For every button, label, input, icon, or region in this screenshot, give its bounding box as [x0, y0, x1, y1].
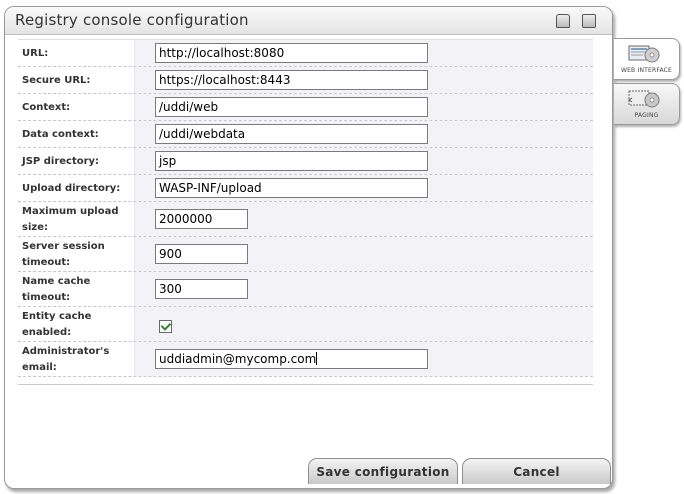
cancel-button[interactable]: Cancel	[462, 458, 611, 484]
title-icons	[556, 14, 596, 28]
context-row: Context: /uddi/web	[18, 94, 593, 121]
max-upload-label: Maximum upload size:	[22, 206, 119, 233]
url-label: URL:	[22, 48, 49, 59]
data-context-input[interactable]: /uddi/webdata	[155, 124, 428, 144]
jsp-directory-label: JSP directory:	[22, 156, 100, 167]
entity-cache-label: Entity cache enabled:	[22, 311, 92, 338]
text-caret	[316, 352, 318, 365]
config-form: URL: http://localhost:8080 Secure URL: h…	[18, 39, 593, 377]
jsp-directory-input[interactable]: jsp	[155, 151, 428, 171]
jsp-directory-row: JSP directory: jsp	[18, 148, 593, 175]
max-upload-input[interactable]: 2000000	[155, 209, 248, 229]
secure-url-row: Secure URL: https://localhost:8443	[18, 67, 593, 94]
data-context-row: Data context: /uddi/webdata	[18, 121, 593, 148]
session-timeout-input[interactable]: 900	[155, 244, 248, 264]
admin-email-label: Administrator's email:	[22, 346, 110, 373]
secure-url-label: Secure URL:	[22, 75, 91, 86]
secure-url-input[interactable]: https://localhost:8443	[155, 70, 428, 90]
url-input[interactable]: http://localhost:8080	[155, 43, 428, 63]
tab-web-interface-label: WEB INTERFACE	[620, 67, 673, 74]
tab-paging[interactable]: PAGING	[614, 83, 680, 125]
name-cache-row: Name cache timeout: 300	[18, 272, 593, 307]
context-input[interactable]: /uddi/web	[155, 97, 428, 117]
admin-email-value: uddiadmin@mycomp.com	[159, 352, 317, 366]
pages-disc-icon	[628, 90, 660, 108]
name-cache-label: Name cache timeout:	[22, 276, 91, 303]
tab-paging-label: PAGING	[634, 112, 659, 119]
name-cache-input[interactable]: 300	[155, 279, 248, 299]
monitor-disc-icon	[628, 45, 660, 63]
exit-door-icon[interactable]	[582, 14, 596, 28]
max-upload-row: Maximum upload size: 2000000	[18, 202, 593, 237]
session-timeout-label: Server session timeout:	[22, 241, 105, 268]
form-footer-divider	[18, 384, 593, 385]
entity-cache-row: Entity cache enabled:	[18, 307, 593, 342]
title-bar: Registry console configuration	[5, 7, 612, 35]
entity-cache-checkbox[interactable]	[159, 319, 172, 333]
save-configuration-button[interactable]: Save configuration	[308, 458, 458, 484]
admin-email-row: Administrator's email: uddiadmin@mycomp.…	[18, 342, 593, 377]
printer-icon[interactable]	[556, 14, 570, 28]
admin-email-input[interactable]: uddiadmin@mycomp.com	[155, 349, 428, 369]
upload-directory-row: Upload directory: WASP-INF/upload	[18, 175, 593, 202]
window-title: Registry console configuration	[15, 11, 249, 29]
upload-directory-label: Upload directory:	[22, 183, 121, 194]
url-row: URL: http://localhost:8080	[18, 40, 593, 67]
tab-web-interface[interactable]: WEB INTERFACE	[614, 38, 680, 80]
context-label: Context:	[22, 102, 71, 113]
data-context-label: Data context:	[22, 129, 99, 140]
upload-directory-input[interactable]: WASP-INF/upload	[155, 178, 428, 198]
session-timeout-row: Server session timeout: 900	[18, 237, 593, 272]
